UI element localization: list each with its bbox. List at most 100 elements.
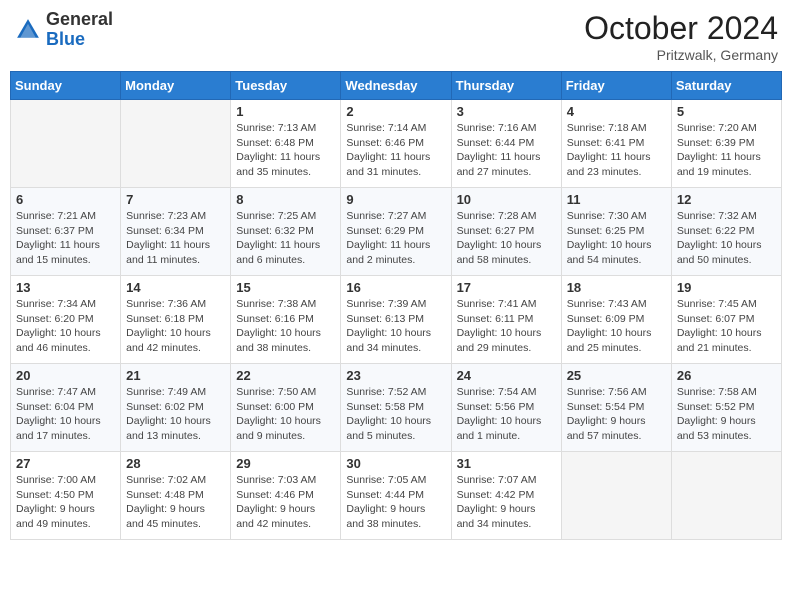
- day-number: 14: [126, 280, 225, 295]
- logo-text: General Blue: [46, 10, 113, 50]
- calendar-cell: 30Sunrise: 7:05 AMSunset: 4:44 PMDayligh…: [341, 452, 451, 540]
- calendar-cell: 31 Sunrise: 7:07 AMSunset: 4:42 PMDayligh…: [451, 452, 561, 540]
- calendar-cell: 14 Sunrise: 7:36 AMSunset: 6:18 PMDayligh…: [121, 276, 231, 364]
- cell-info: Sunrise: 7:07 AMSunset: 4:42 PMDaylight:…: [457, 473, 556, 532]
- day-header-wednesday: Wednesday: [341, 72, 451, 100]
- cell-info: Sunrise: 7:16 AMSunset: 6:44 PMDaylight:…: [457, 121, 556, 180]
- cell-info: Sunrise: 7:34 AMSunset: 6:20 PMDaylight:…: [16, 297, 115, 356]
- cell-info: Sunrise: 7:58 AMSunset: 5:52 PMDaylight:…: [677, 385, 776, 444]
- calendar-cell: 5Sunrise: 7:20 AMSunset: 6:39 PMDaylight…: [671, 100, 781, 188]
- calendar-cell: 20Sunrise: 7:47 AMSunset: 6:04 PMDayligh…: [11, 364, 121, 452]
- day-number: 11: [567, 192, 666, 207]
- calendar-week-row: 13 Sunrise: 7:34 AMSunset: 6:20 PMDayligh…: [11, 276, 782, 364]
- cell-info: Sunrise: 7:50 AMSunset: 6:00 PMDaylight:…: [236, 385, 335, 444]
- day-number: 8: [236, 192, 335, 207]
- day-number: 22: [236, 368, 335, 383]
- calendar-cell: 11 Sunrise: 7:30 AMSunset: 6:25 PMDayligh…: [561, 188, 671, 276]
- day-header-saturday: Saturday: [671, 72, 781, 100]
- calendar-cell: 25 Sunrise: 7:56 AMSunset: 5:54 PMDayligh…: [561, 364, 671, 452]
- logo-icon: [14, 16, 42, 44]
- cell-info: Sunrise: 7:52 AMSunset: 5:58 PMDaylight:…: [346, 385, 445, 444]
- day-number: 6: [16, 192, 115, 207]
- day-header-thursday: Thursday: [451, 72, 561, 100]
- day-number: 19: [677, 280, 776, 295]
- calendar-cell: 19 Sunrise: 7:45 AMSunset: 6:07 PMDayligh…: [671, 276, 781, 364]
- calendar-cell: [561, 452, 671, 540]
- calendar-cell: 29 Sunrise: 7:03 AMSunset: 4:46 PMDayligh…: [231, 452, 341, 540]
- cell-info: Sunrise: 7:14 AMSunset: 6:46 PMDaylight:…: [346, 121, 445, 180]
- calendar-cell: 18 Sunrise: 7:43 AMSunset: 6:09 PMDayligh…: [561, 276, 671, 364]
- cell-info: Sunrise: 7:00 AMSunset: 4:50 PMDaylight:…: [16, 473, 115, 532]
- day-number: 13: [16, 280, 115, 295]
- cell-info: Sunrise: 7:43 AMSunset: 6:09 PMDaylight:…: [567, 297, 666, 356]
- cell-info: Sunrise: 7:32 AMSunset: 6:22 PMDaylight:…: [677, 209, 776, 268]
- calendar-cell: 15 Sunrise: 7:38 AMSunset: 6:16 PMDayligh…: [231, 276, 341, 364]
- day-number: 9: [346, 192, 445, 207]
- day-header-tuesday: Tuesday: [231, 72, 341, 100]
- month-year-title: October 2024: [584, 10, 778, 47]
- calendar-cell: 17Sunrise: 7:41 AMSunset: 6:11 PMDayligh…: [451, 276, 561, 364]
- calendar-cell: 26 Sunrise: 7:58 AMSunset: 5:52 PMDayligh…: [671, 364, 781, 452]
- cell-info: Sunrise: 7:38 AMSunset: 6:16 PMDaylight:…: [236, 297, 335, 356]
- day-number: 26: [677, 368, 776, 383]
- cell-info: Sunrise: 7:25 AMSunset: 6:32 PMDaylight:…: [236, 209, 335, 268]
- cell-info: Sunrise: 7:20 AMSunset: 6:39 PMDaylight:…: [677, 121, 776, 180]
- cell-info: Sunrise: 7:27 AMSunset: 6:29 PMDaylight:…: [346, 209, 445, 268]
- calendar-cell: 24Sunrise: 7:54 AMSunset: 5:56 PMDayligh…: [451, 364, 561, 452]
- calendar-cell: 23 Sunrise: 7:52 AMSunset: 5:58 PMDayligh…: [341, 364, 451, 452]
- day-number: 27: [16, 456, 115, 471]
- calendar-cell: 9 Sunrise: 7:27 AMSunset: 6:29 PMDaylight…: [341, 188, 451, 276]
- cell-info: Sunrise: 7:02 AMSunset: 4:48 PMDaylight:…: [126, 473, 225, 532]
- calendar-cell: 1Sunrise: 7:13 AMSunset: 6:48 PMDaylight…: [231, 100, 341, 188]
- cell-info: Sunrise: 7:23 AMSunset: 6:34 PMDaylight:…: [126, 209, 225, 268]
- calendar-cell: 6 Sunrise: 7:21 AMSunset: 6:37 PMDaylight…: [11, 188, 121, 276]
- calendar-cell: 21 Sunrise: 7:49 AMSunset: 6:02 PMDayligh…: [121, 364, 231, 452]
- day-number: 16: [346, 280, 445, 295]
- day-number: 25: [567, 368, 666, 383]
- calendar-week-row: 1Sunrise: 7:13 AMSunset: 6:48 PMDaylight…: [11, 100, 782, 188]
- cell-info: Sunrise: 7:21 AMSunset: 6:37 PMDaylight:…: [16, 209, 115, 268]
- calendar-cell: 7 Sunrise: 7:23 AMSunset: 6:34 PMDaylight…: [121, 188, 231, 276]
- cell-info: Sunrise: 7:36 AMSunset: 6:18 PMDaylight:…: [126, 297, 225, 356]
- calendar-cell: [671, 452, 781, 540]
- day-number: 18: [567, 280, 666, 295]
- day-number: 31: [457, 456, 556, 471]
- calendar-cell: 12 Sunrise: 7:32 AMSunset: 6:22 PMDayligh…: [671, 188, 781, 276]
- day-number: 23: [346, 368, 445, 383]
- day-number: 28: [126, 456, 225, 471]
- cell-info: Sunrise: 7:49 AMSunset: 6:02 PMDaylight:…: [126, 385, 225, 444]
- day-header-sunday: Sunday: [11, 72, 121, 100]
- calendar-cell: 3 Sunrise: 7:16 AMSunset: 6:44 PMDaylight…: [451, 100, 561, 188]
- day-number: 29: [236, 456, 335, 471]
- calendar-cell: 13 Sunrise: 7:34 AMSunset: 6:20 PMDayligh…: [11, 276, 121, 364]
- cell-info: Sunrise: 7:03 AMSunset: 4:46 PMDaylight:…: [236, 473, 335, 532]
- page-header: General Blue October 2024 Pritzwalk, Ger…: [10, 10, 782, 63]
- cell-info: Sunrise: 7:47 AMSunset: 6:04 PMDaylight:…: [16, 385, 115, 444]
- logo: General Blue: [14, 10, 113, 50]
- day-number: 12: [677, 192, 776, 207]
- day-number: 7: [126, 192, 225, 207]
- cell-info: Sunrise: 7:45 AMSunset: 6:07 PMDaylight:…: [677, 297, 776, 356]
- calendar-cell: 16 Sunrise: 7:39 AMSunset: 6:13 PMDayligh…: [341, 276, 451, 364]
- cell-info: Sunrise: 7:56 AMSunset: 5:54 PMDaylight:…: [567, 385, 666, 444]
- title-block: October 2024 Pritzwalk, Germany: [584, 10, 778, 63]
- day-number: 15: [236, 280, 335, 295]
- day-number: 2: [346, 104, 445, 119]
- calendar-cell: [11, 100, 121, 188]
- cell-info: Sunrise: 7:30 AMSunset: 6:25 PMDaylight:…: [567, 209, 666, 268]
- day-header-friday: Friday: [561, 72, 671, 100]
- cell-info: Sunrise: 7:54 AMSunset: 5:56 PMDaylight:…: [457, 385, 556, 444]
- calendar-cell: 22 Sunrise: 7:50 AMSunset: 6:00 PMDayligh…: [231, 364, 341, 452]
- calendar-cell: [121, 100, 231, 188]
- calendar-cell: 28 Sunrise: 7:02 AMSunset: 4:48 PMDayligh…: [121, 452, 231, 540]
- day-number: 4: [567, 104, 666, 119]
- cell-info: Sunrise: 7:41 AMSunset: 6:11 PMDaylight:…: [457, 297, 556, 356]
- cell-info: Sunrise: 7:13 AMSunset: 6:48 PMDaylight:…: [236, 121, 335, 180]
- cell-info: Sunrise: 7:05 AMSunset: 4:44 PMDaylight:…: [346, 473, 445, 532]
- cell-info: Sunrise: 7:39 AMSunset: 6:13 PMDaylight:…: [346, 297, 445, 356]
- day-number: 21: [126, 368, 225, 383]
- location-subtitle: Pritzwalk, Germany: [584, 47, 778, 63]
- day-number: 10: [457, 192, 556, 207]
- calendar-cell: 4Sunrise: 7:18 AMSunset: 6:41 PMDaylight…: [561, 100, 671, 188]
- day-number: 3: [457, 104, 556, 119]
